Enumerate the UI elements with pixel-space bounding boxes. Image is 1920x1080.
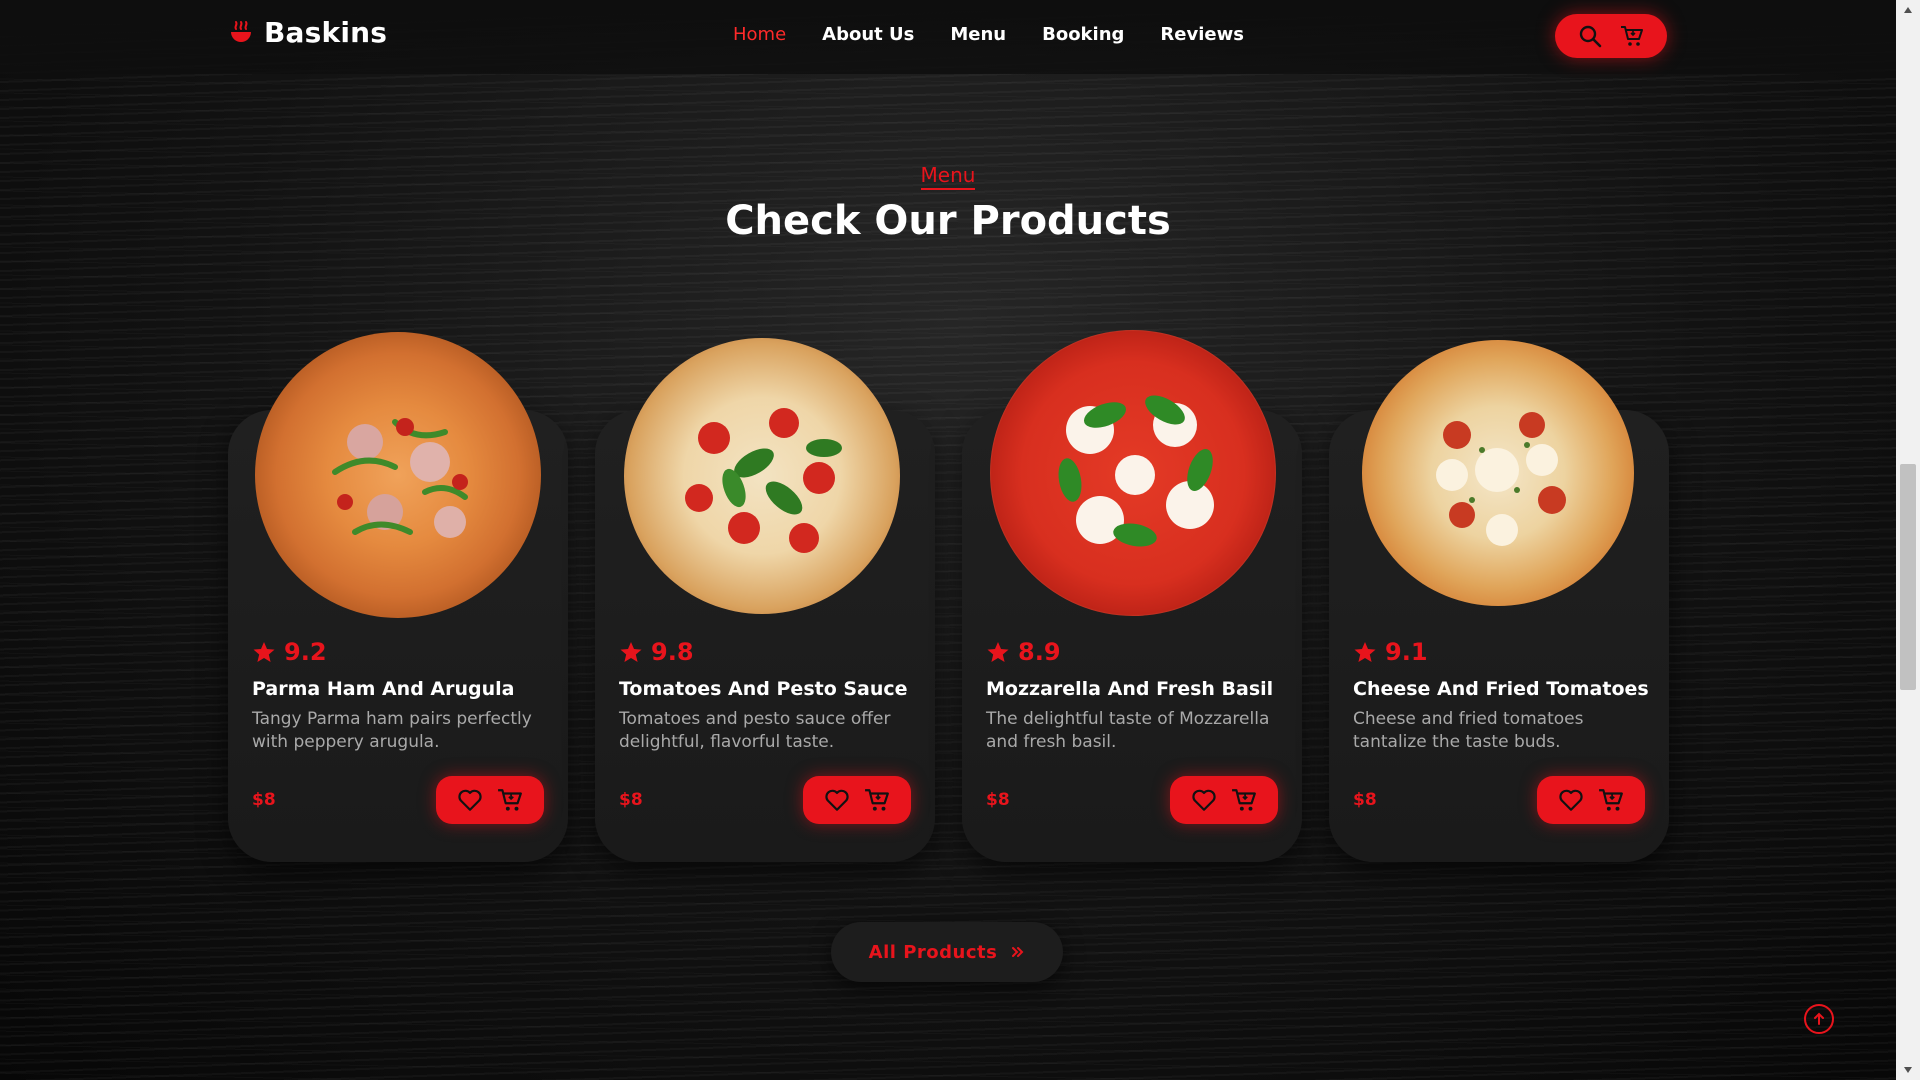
add-to-cart-icon[interactable] bbox=[1598, 787, 1624, 813]
add-to-cart-icon[interactable] bbox=[1231, 787, 1257, 813]
product-description: The delightful taste of Mozzarella and f… bbox=[986, 709, 1270, 752]
brand-name: Baskins bbox=[264, 16, 388, 49]
product-description: Tomatoes and pesto sauce offer delightfu… bbox=[619, 709, 891, 752]
nav-booking[interactable]: Booking bbox=[1042, 24, 1124, 45]
double-chevron-right-icon bbox=[1012, 947, 1024, 957]
triangle-down-icon bbox=[1904, 1067, 1912, 1073]
brand-logo[interactable]: Baskins bbox=[228, 16, 387, 49]
flame-bowl-icon bbox=[231, 20, 251, 42]
product-actions bbox=[803, 776, 911, 824]
scroll-down-arrow[interactable] bbox=[1896, 1060, 1920, 1080]
product-name: Mozzarella And Fresh Basil bbox=[986, 678, 1274, 700]
product-price: $8 bbox=[619, 790, 643, 810]
nav-actions bbox=[1555, 14, 1667, 58]
product-description: Cheese and fried tomatoes tantalize the … bbox=[1353, 709, 1584, 752]
page: Baskins Home About Us Menu Booking Revie… bbox=[0, 0, 1896, 1080]
all-products-button[interactable]: All Products bbox=[831, 922, 1063, 982]
add-to-cart-icon[interactable] bbox=[497, 787, 523, 813]
add-to-cart-icon[interactable] bbox=[864, 787, 890, 813]
back-to-top-button[interactable] bbox=[1804, 1004, 1834, 1034]
star-icon bbox=[987, 642, 1009, 662]
nav-about-us[interactable]: About Us bbox=[822, 24, 914, 45]
product-actions bbox=[1537, 776, 1645, 824]
product-rating: 8.9 bbox=[986, 638, 1061, 666]
product-price: $8 bbox=[252, 790, 276, 810]
product-name: Parma Ham And Arugula bbox=[252, 678, 515, 700]
product-actions bbox=[1170, 776, 1278, 824]
heart-icon[interactable] bbox=[1558, 787, 1584, 813]
pizza-cheese-tomato-image bbox=[1362, 340, 1634, 606]
star-icon bbox=[253, 642, 275, 662]
pizza-mozzarella-basil-image bbox=[990, 330, 1276, 616]
search-icon[interactable] bbox=[1578, 24, 1602, 48]
section-title: Check Our Products bbox=[725, 198, 1171, 244]
pizza-parma-ham-image bbox=[255, 332, 541, 618]
heart-icon[interactable] bbox=[457, 787, 483, 813]
product-rating: 9.2 bbox=[252, 638, 327, 666]
scrollbar-thumb[interactable] bbox=[1900, 464, 1916, 690]
triangle-up-icon bbox=[1904, 7, 1912, 13]
nav-home[interactable]: Home bbox=[733, 24, 786, 45]
product-rating: 9.1 bbox=[1353, 638, 1428, 666]
scroll-up-arrow[interactable] bbox=[1896, 0, 1920, 20]
heart-icon[interactable] bbox=[824, 787, 850, 813]
product-description: Tangy Parma ham pairs perfectly with pep… bbox=[252, 709, 532, 752]
nav-reviews[interactable]: Reviews bbox=[1160, 24, 1244, 45]
navbar: Baskins Home About Us Menu Booking Revie… bbox=[0, 0, 1896, 74]
section-eyebrow: Menu bbox=[0, 163, 1896, 190]
product-price: $8 bbox=[986, 790, 1010, 810]
nav-menu[interactable]: Menu bbox=[950, 24, 1006, 45]
heart-icon[interactable] bbox=[1191, 787, 1217, 813]
star-icon bbox=[1354, 642, 1376, 662]
product-name: Tomatoes And Pesto Sauce bbox=[619, 678, 908, 700]
arrow-up-icon bbox=[1814, 1012, 1824, 1025]
product-price: $8 bbox=[1353, 790, 1377, 810]
pizza-tomato-pesto-image bbox=[624, 338, 900, 614]
product-rating: 9.8 bbox=[619, 638, 694, 666]
product-name: Cheese And Fried Tomatoes bbox=[1353, 678, 1649, 700]
cart-icon[interactable] bbox=[1620, 24, 1644, 48]
main-menu: Home About Us Menu Booking Reviews bbox=[733, 24, 1244, 45]
product-actions bbox=[436, 776, 544, 824]
star-icon bbox=[620, 642, 642, 662]
page-scrollbar[interactable] bbox=[1896, 0, 1920, 1080]
